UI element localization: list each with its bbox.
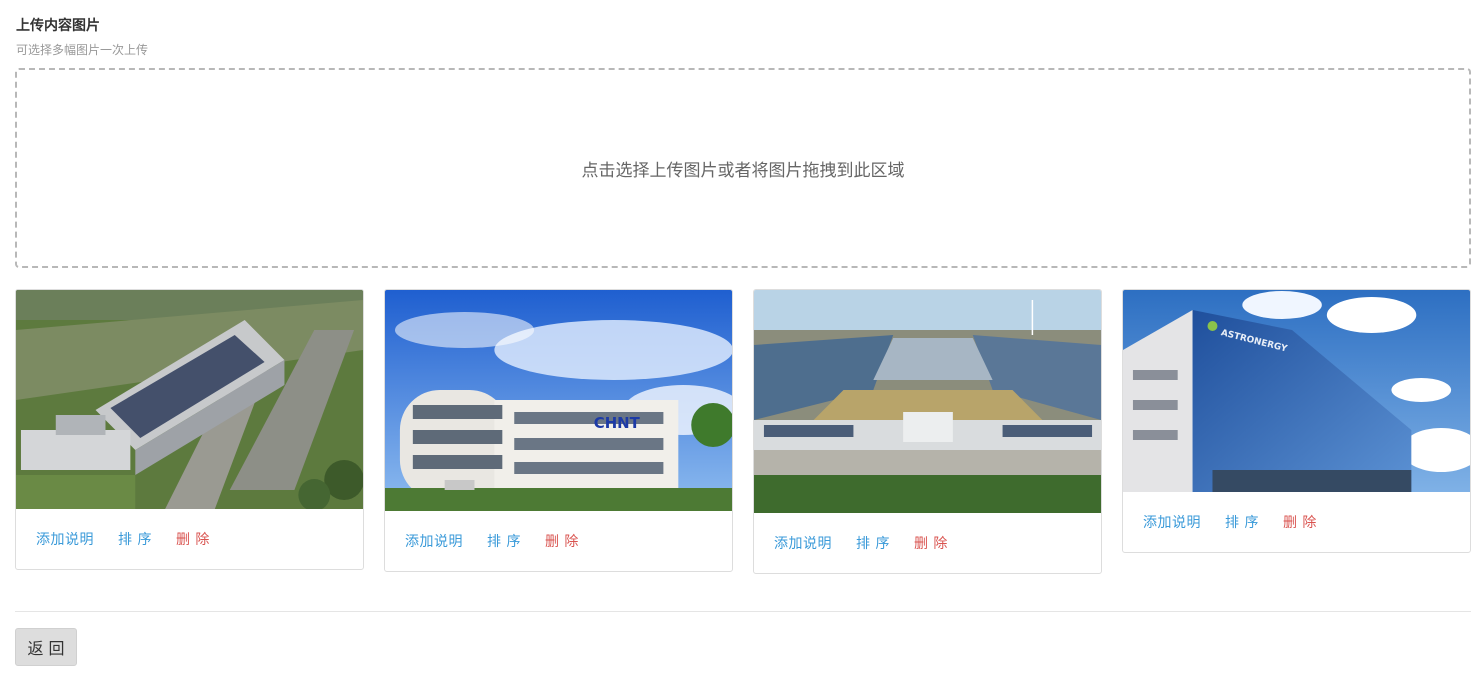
- image-actions: 添加说明 排 序 删 除: [1123, 492, 1470, 552]
- uploaded-image-glass-building: ASTRONERGY: [1123, 290, 1470, 492]
- divider: [15, 611, 1471, 612]
- add-caption-link[interactable]: 添加说明: [36, 529, 94, 549]
- page-title: 上传内容图片: [16, 18, 100, 34]
- add-caption-link[interactable]: 添加说明: [774, 533, 832, 553]
- uploaded-image-factory-aerial: [16, 290, 363, 509]
- delete-link[interactable]: 删 除: [545, 531, 579, 551]
- add-caption-link[interactable]: 添加说明: [1143, 512, 1201, 532]
- back-button[interactable]: 返 回: [15, 628, 77, 666]
- building-logo-text: CHNT: [594, 414, 641, 432]
- dropzone-text: 点击选择上传图片或者将图片拖拽到此区域: [581, 160, 905, 181]
- uploaded-image-chnt-building: CHNT: [385, 290, 732, 511]
- add-caption-link[interactable]: 添加说明: [405, 531, 463, 551]
- image-card: ASTRONERGY 添加说明 排 序 删 除: [1122, 289, 1471, 553]
- delete-link[interactable]: 删 除: [914, 533, 948, 553]
- image-actions: 添加说明 排 序 删 除: [16, 509, 363, 569]
- sort-link[interactable]: 排 序: [856, 533, 890, 553]
- page-subtitle: 可选择多幅图片一次上传: [16, 43, 149, 57]
- image-card: 添加说明 排 序 删 除: [753, 289, 1102, 574]
- delete-link[interactable]: 删 除: [1283, 512, 1317, 532]
- upload-dropzone[interactable]: 点击选择上传图片或者将图片拖拽到此区域: [15, 68, 1471, 268]
- delete-link[interactable]: 删 除: [176, 529, 210, 549]
- uploaded-image-solar-plant: [754, 290, 1101, 513]
- sort-link[interactable]: 排 序: [1225, 512, 1259, 532]
- image-card: CHNT 添加说明 排 序 删 除: [384, 289, 733, 572]
- image-actions: 添加说明 排 序 删 除: [385, 511, 732, 571]
- sort-link[interactable]: 排 序: [487, 531, 521, 551]
- image-card: 添加说明 排 序 删 除: [15, 289, 364, 570]
- image-actions: 添加说明 排 序 删 除: [754, 513, 1101, 573]
- sort-link[interactable]: 排 序: [118, 529, 152, 549]
